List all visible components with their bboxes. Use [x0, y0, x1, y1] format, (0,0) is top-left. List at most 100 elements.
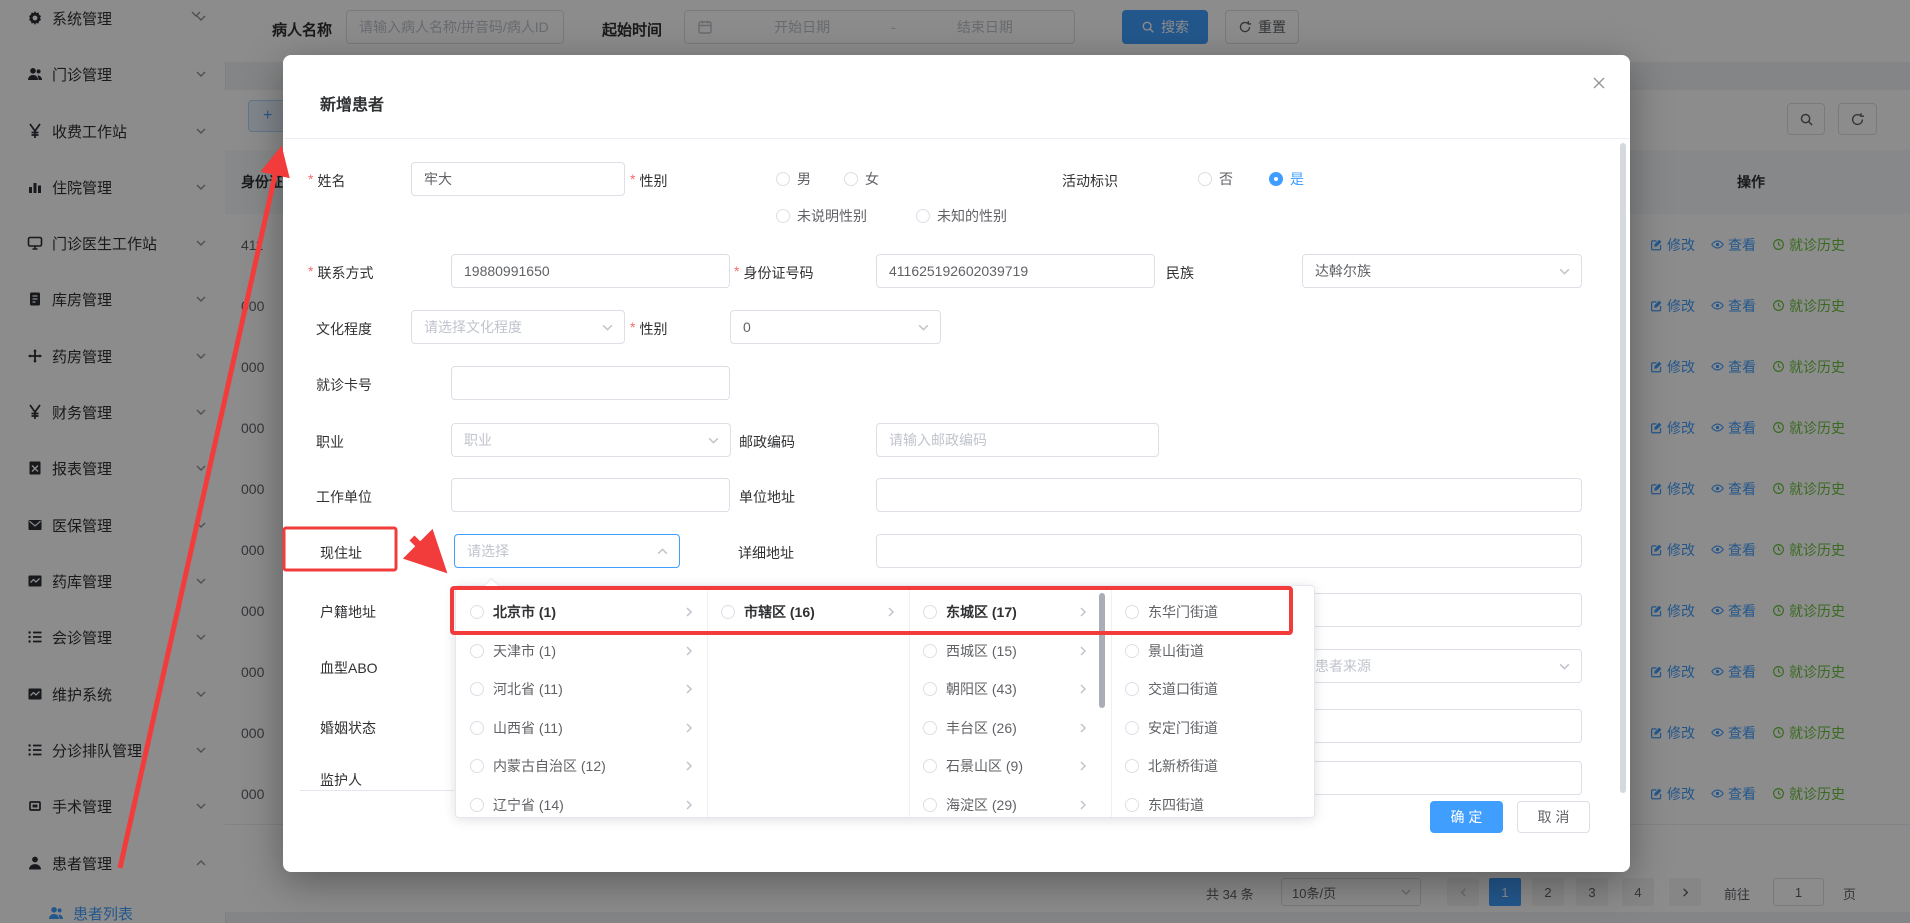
visit-card-input[interactable]: [451, 366, 730, 400]
cascader-option-beixinqiao[interactable]: 北新桥街道: [1111, 747, 1314, 785]
cascader-option-chaoyang[interactable]: 朝阳区 (43): [909, 670, 1111, 708]
occupation-select[interactable]: 职业: [451, 423, 731, 457]
detail-address-label: 详细地址: [738, 543, 794, 563]
chevron-right-icon: [683, 760, 695, 772]
chevron-right-icon: [1077, 799, 1089, 811]
id-number-label: *身份证号码: [734, 263, 813, 283]
chevron-down-icon: [1558, 660, 1571, 673]
cascader-option-hebei[interactable]: 河北省 (11): [456, 670, 707, 708]
cascader-scrollbar[interactable]: [1099, 593, 1105, 708]
confirm-button[interactable]: 确 定: [1430, 801, 1503, 833]
visit-card-label: 就诊卡号: [316, 375, 372, 395]
patient-source-select[interactable]: 患者来源: [1302, 649, 1582, 683]
chevron-right-icon: [885, 606, 897, 618]
postal-code-label: 邮政编码: [739, 432, 795, 452]
contact-label: *联系方式: [308, 263, 373, 283]
chevron-right-icon: [1077, 760, 1089, 772]
chevron-up-icon: [656, 545, 669, 558]
cascader-option-tianjin[interactable]: 天津市 (1): [456, 632, 707, 670]
chevron-right-icon: [1077, 606, 1089, 618]
cascader-option-jingshan[interactable]: 景山街道: [1111, 632, 1314, 670]
current-address-cascader[interactable]: 请选择: [454, 534, 680, 568]
radio-icon: [1125, 682, 1139, 696]
chevron-right-icon: [1077, 722, 1089, 734]
chevron-down-icon: [601, 321, 614, 334]
radio-icon: [721, 605, 735, 619]
cascader-option-shixiaqu[interactable]: 市辖区 (16): [707, 593, 909, 631]
radio-icon: [1198, 172, 1212, 186]
education-select[interactable]: 请选择文化程度: [411, 310, 625, 344]
gender-code-label: *性别: [630, 319, 667, 339]
active-flag-label: 活动标识: [1062, 171, 1118, 191]
close-icon[interactable]: [1591, 75, 1607, 91]
cascader-option-fengtai[interactable]: 丰台区 (26): [909, 709, 1111, 747]
contact-input[interactable]: 19880991650: [451, 254, 730, 288]
chevron-down-icon: [1558, 265, 1571, 278]
radio-icon: [776, 209, 790, 223]
gender-radio-female[interactable]: 女: [844, 162, 879, 196]
cascader-option-andingmen[interactable]: 安定门街道: [1111, 709, 1314, 747]
cascader-option-neimenggu[interactable]: 内蒙古自治区 (12): [456, 747, 707, 785]
current-address-label: 现住址: [320, 543, 362, 563]
app-root: 系统管理 门诊管理 收费工作站 住院管理 门诊医生工作站 库房管理 药房管理 财…: [0, 0, 1910, 923]
form-divider: [300, 790, 454, 791]
cascader-option-haidian[interactable]: 海淀区 (29): [909, 786, 1111, 824]
cascader-option-donghuamen[interactable]: 东华门街道: [1111, 593, 1314, 631]
name-label: *姓名: [308, 171, 345, 191]
radio-icon: [470, 605, 484, 619]
occupation-label: 职业: [316, 432, 344, 452]
work-unit-input[interactable]: [451, 478, 730, 512]
cascader-option-xicheng[interactable]: 西城区 (15): [909, 632, 1111, 670]
cascader-option-dongsi[interactable]: 东四街道: [1111, 786, 1314, 824]
radio-icon: [844, 172, 858, 186]
radio-icon: [1125, 605, 1139, 619]
chevron-right-icon: [683, 645, 695, 657]
address-cascader-panel: 北京市 (1) 天津市 (1) 河北省 (11) 山西省 (11) 内蒙古自治区…: [455, 585, 1315, 818]
guardian-label: 监护人: [320, 770, 362, 790]
radio-icon: [923, 798, 937, 812]
radio-icon: [1125, 798, 1139, 812]
work-address-input[interactable]: [876, 478, 1582, 512]
modal-header-divider: [283, 138, 1630, 139]
radio-icon: [1125, 644, 1139, 658]
chevron-right-icon: [1077, 683, 1089, 695]
cascader-option-beijing[interactable]: 北京市 (1): [456, 593, 707, 631]
gender-code-select[interactable]: 0: [730, 310, 941, 344]
ethnicity-select[interactable]: 达斡尔族: [1302, 254, 1582, 288]
radio-icon: [470, 644, 484, 658]
active-flag-radio-no[interactable]: 否: [1198, 162, 1233, 196]
chevron-right-icon: [683, 606, 695, 618]
radio-icon: [923, 721, 937, 735]
radio-icon: [923, 644, 937, 658]
postal-code-input[interactable]: 请输入邮政编码: [876, 423, 1159, 457]
radio-icon: [923, 605, 937, 619]
gender-radio-unknown[interactable]: 未知的性别: [916, 199, 1007, 233]
cascader-option-shanxi[interactable]: 山西省 (11): [456, 709, 707, 747]
chevron-right-icon: [683, 683, 695, 695]
radio-icon: [923, 759, 937, 773]
modal-title: 新增患者: [320, 91, 384, 115]
active-flag-radio-yes[interactable]: 是: [1269, 162, 1304, 196]
radio-icon: [470, 682, 484, 696]
radio-icon: [916, 209, 930, 223]
blood-type-label: 血型ABO: [320, 658, 378, 678]
gender-radio-unstated[interactable]: 未说明性别: [776, 199, 867, 233]
cascader-option-liaoning[interactable]: 辽宁省 (14): [456, 786, 707, 824]
chevron-right-icon: [683, 799, 695, 811]
name-input[interactable]: 牢大: [411, 162, 625, 196]
chevron-right-icon: [1077, 645, 1089, 657]
education-label: 文化程度: [316, 319, 372, 339]
cancel-button[interactable]: 取 消: [1517, 801, 1590, 833]
id-number-input[interactable]: 411625192602039719: [876, 254, 1155, 288]
radio-icon: [1125, 721, 1139, 735]
cascader-option-dongcheng[interactable]: 东城区 (17): [909, 593, 1111, 631]
cascader-option-shijingshan[interactable]: 石景山区 (9): [909, 747, 1111, 785]
household-address-label: 户籍地址: [320, 602, 376, 622]
modal-scrollbar[interactable]: [1620, 143, 1626, 793]
gender-radio-male[interactable]: 男: [776, 162, 811, 196]
radio-icon: [470, 721, 484, 735]
detail-address-input[interactable]: [876, 534, 1582, 568]
cascader-option-jiaodaokou[interactable]: 交道口街道: [1111, 670, 1314, 708]
radio-icon: [1125, 759, 1139, 773]
gender-label: *性别: [630, 171, 667, 191]
